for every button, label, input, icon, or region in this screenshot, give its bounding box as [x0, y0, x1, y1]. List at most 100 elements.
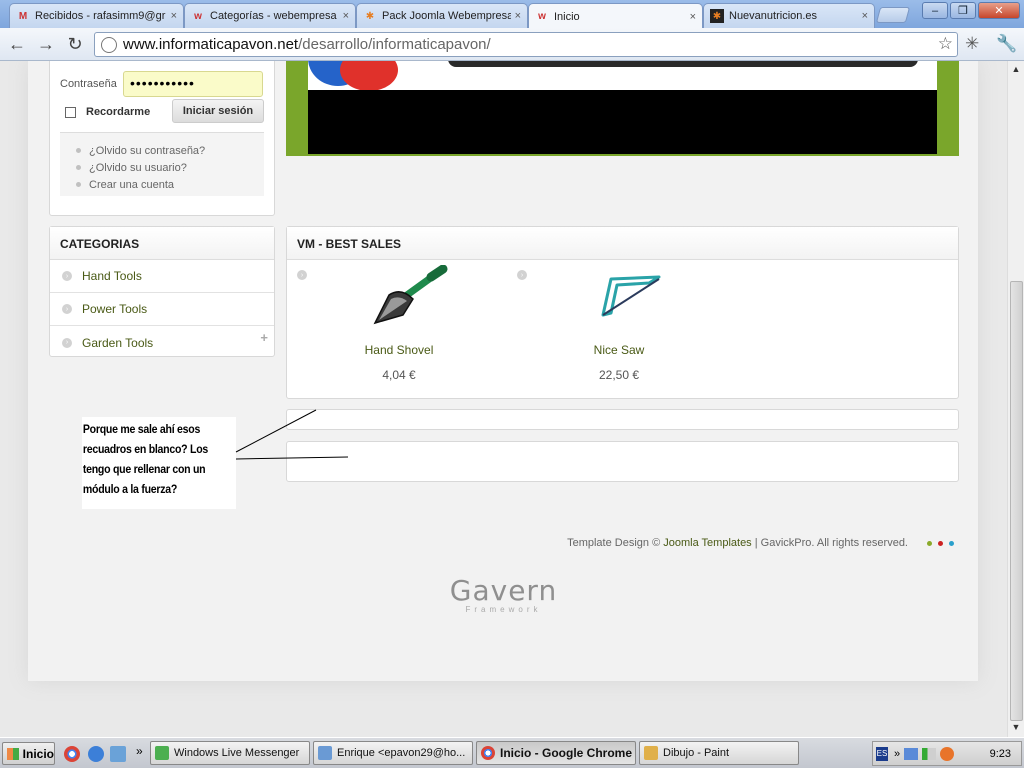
product-price: 4,04 €: [382, 368, 416, 382]
network-icon[interactable]: [904, 747, 919, 760]
back-icon[interactable]: ←: [5, 33, 29, 55]
footer-prefix: Template Design ©: [567, 537, 664, 549]
taskbar-button-paint[interactable]: Dibujo - Paint: [639, 741, 799, 765]
close-icon[interactable]: ×: [690, 11, 696, 23]
forward-icon[interactable]: →: [34, 33, 58, 55]
joomla-icon: ✱: [710, 9, 724, 23]
saw-icon[interactable]: [589, 265, 669, 331]
product-name[interactable]: Nice Saw: [509, 343, 729, 357]
security-icon[interactable]: [940, 746, 955, 761]
close-icon[interactable]: ×: [515, 10, 521, 22]
scroll-down-icon[interactable]: ▼: [1010, 722, 1022, 734]
forgot-username-link[interactable]: ¿Olvido su usuario?: [76, 159, 264, 176]
close-icon[interactable]: ×: [343, 10, 349, 22]
gavern-logo-sub: Framework: [465, 605, 542, 614]
window-controls: – ❐ ✕: [922, 2, 1020, 19]
extension-bug-icon[interactable]: ✳: [965, 34, 979, 54]
clock[interactable]: 9:23: [990, 748, 1011, 760]
taskbar-label: Windows Live Messenger: [174, 747, 300, 759]
windows-taskbar: Inicio » Windows Live Messenger Enrique …: [0, 737, 1024, 768]
categories-module: CATEGORIAS › Hand Tools › Power Tools › Gar…: [49, 226, 275, 357]
paint-icon: [644, 746, 658, 760]
category-item-garden-tools[interactable]: › Garden Tools +: [50, 326, 274, 359]
chevron-right-icon: ›: [62, 337, 72, 348]
close-icon[interactable]: ×: [862, 10, 868, 22]
chevron-more-icon[interactable]: »: [136, 744, 143, 758]
scrollbar-thumb[interactable]: [1010, 281, 1023, 721]
close-window-icon[interactable]: ✕: [978, 2, 1020, 19]
tab-gmail[interactable]: M Recibidos - rafasimm9@gr ×: [9, 3, 184, 28]
remember-checkbox[interactable]: [65, 106, 76, 118]
language-indicator[interactable]: ES: [876, 746, 888, 761]
tab-inicio[interactable]: w Inicio ×: [528, 3, 703, 29]
taskbar-button-chrome[interactable]: Inicio - Google Chrome: [476, 741, 636, 765]
new-tab-button[interactable]: [875, 7, 911, 23]
start-label: Inicio: [22, 746, 54, 761]
logo-text-shape: [448, 61, 918, 67]
webempresa-icon: w: [538, 11, 546, 22]
signal-icon[interactable]: [922, 747, 937, 760]
header-banner: [286, 61, 959, 156]
globe-icon: [101, 36, 117, 53]
tab-categorias[interactable]: w Categorías - webempresa ×: [184, 3, 356, 28]
minimize-icon[interactable]: –: [922, 2, 948, 19]
wrench-icon[interactable]: 🔧: [996, 34, 1017, 54]
gmail-icon: M: [18, 10, 28, 22]
messenger-quicklaunch-icon[interactable]: [110, 746, 126, 762]
dot-blue-icon: [949, 541, 954, 546]
tab-label: Nuevanutricion.es: [729, 10, 818, 22]
taskbar-button-messenger[interactable]: Windows Live Messenger: [150, 741, 310, 765]
expand-plus-icon[interactable]: +: [260, 330, 268, 345]
footer-suffix: | GavickPro. All rights reserved.: [751, 537, 908, 549]
banner-logo-image: [308, 61, 937, 90]
chevron-right-icon: ›: [62, 271, 72, 281]
taskbar-label: Dibujo - Paint: [663, 747, 730, 759]
messenger-icon: [155, 746, 169, 760]
annotation-line: Porque me sale ahí esos: [82, 422, 201, 436]
taskbar-button-enrique[interactable]: Enrique <epavon29@ho...: [313, 741, 473, 765]
product-card-hand-shovel[interactable]: › Hand Shovel 4,04 €: [289, 260, 509, 398]
vertical-scrollbar[interactable]: ▲ ▼: [1007, 61, 1024, 737]
password-input[interactable]: •••••••••••: [123, 71, 263, 97]
close-icon[interactable]: ×: [171, 10, 177, 22]
internet-explorer-icon[interactable]: [88, 746, 104, 762]
product-name[interactable]: Hand Shovel: [289, 343, 509, 357]
login-module: Contraseña ••••••••••• Recordarme Inicia…: [49, 61, 275, 216]
taskbar-label: Enrique <epavon29@ho...: [337, 747, 466, 759]
remember-me[interactable]: Recordarme: [65, 106, 150, 118]
start-button[interactable]: Inicio: [2, 742, 55, 765]
chrome-window-icon: [481, 746, 495, 760]
bullet-icon: [76, 182, 81, 187]
bullet-icon: [76, 165, 81, 170]
chrome-icon[interactable]: [64, 746, 80, 762]
empty-module-1: [286, 409, 959, 430]
footer-copyright: Template Design © Joomla Templates | Gav…: [28, 537, 908, 549]
chevron-right-icon: ›: [517, 270, 527, 280]
dot-red-icon: [938, 541, 943, 546]
category-item-power-tools[interactable]: › Power Tools: [50, 293, 274, 326]
forgot-password-link[interactable]: ¿Olvido su contraseña?: [76, 142, 264, 159]
annotation-line: módulo a la fuerza?: [82, 482, 178, 496]
taskbar-label: Inicio - Google Chrome: [500, 746, 633, 760]
bookmark-star-icon[interactable]: ☆: [938, 34, 953, 54]
link-text: ¿Olvido su contraseña?: [89, 144, 206, 157]
ie-window-icon: [318, 746, 332, 760]
joomla-templates-link[interactable]: Joomla Templates: [663, 537, 751, 549]
reload-icon[interactable]: ↻: [63, 33, 87, 55]
password-label: Contraseña: [60, 78, 117, 90]
tab-pack-joomla[interactable]: ✱ Pack Joomla Webempresa ×: [356, 3, 528, 28]
url-host: www.informaticapavon.net: [123, 36, 299, 53]
category-label: Hand Tools: [82, 269, 142, 283]
product-card-nice-saw[interactable]: › Nice Saw 22,50 €: [509, 260, 729, 398]
address-bar[interactable]: www.informaticapavon.net /desarrollo/inf…: [94, 32, 958, 57]
tray-expand-icon[interactable]: »: [894, 748, 900, 760]
shovel-icon[interactable]: [369, 265, 449, 331]
category-item-hand-tools[interactable]: › Hand Tools: [50, 260, 274, 293]
login-button[interactable]: Iniciar sesión: [172, 99, 264, 123]
gavern-logo: Gavern: [449, 574, 558, 607]
scroll-up-icon[interactable]: ▲: [1010, 64, 1022, 76]
create-account-link[interactable]: Crear una cuenta: [76, 176, 264, 193]
restore-icon[interactable]: ❐: [950, 2, 976, 19]
tab-nuevanutricion[interactable]: ✱ Nuevanutricion.es ×: [703, 3, 875, 28]
bullet-icon: [76, 148, 81, 153]
